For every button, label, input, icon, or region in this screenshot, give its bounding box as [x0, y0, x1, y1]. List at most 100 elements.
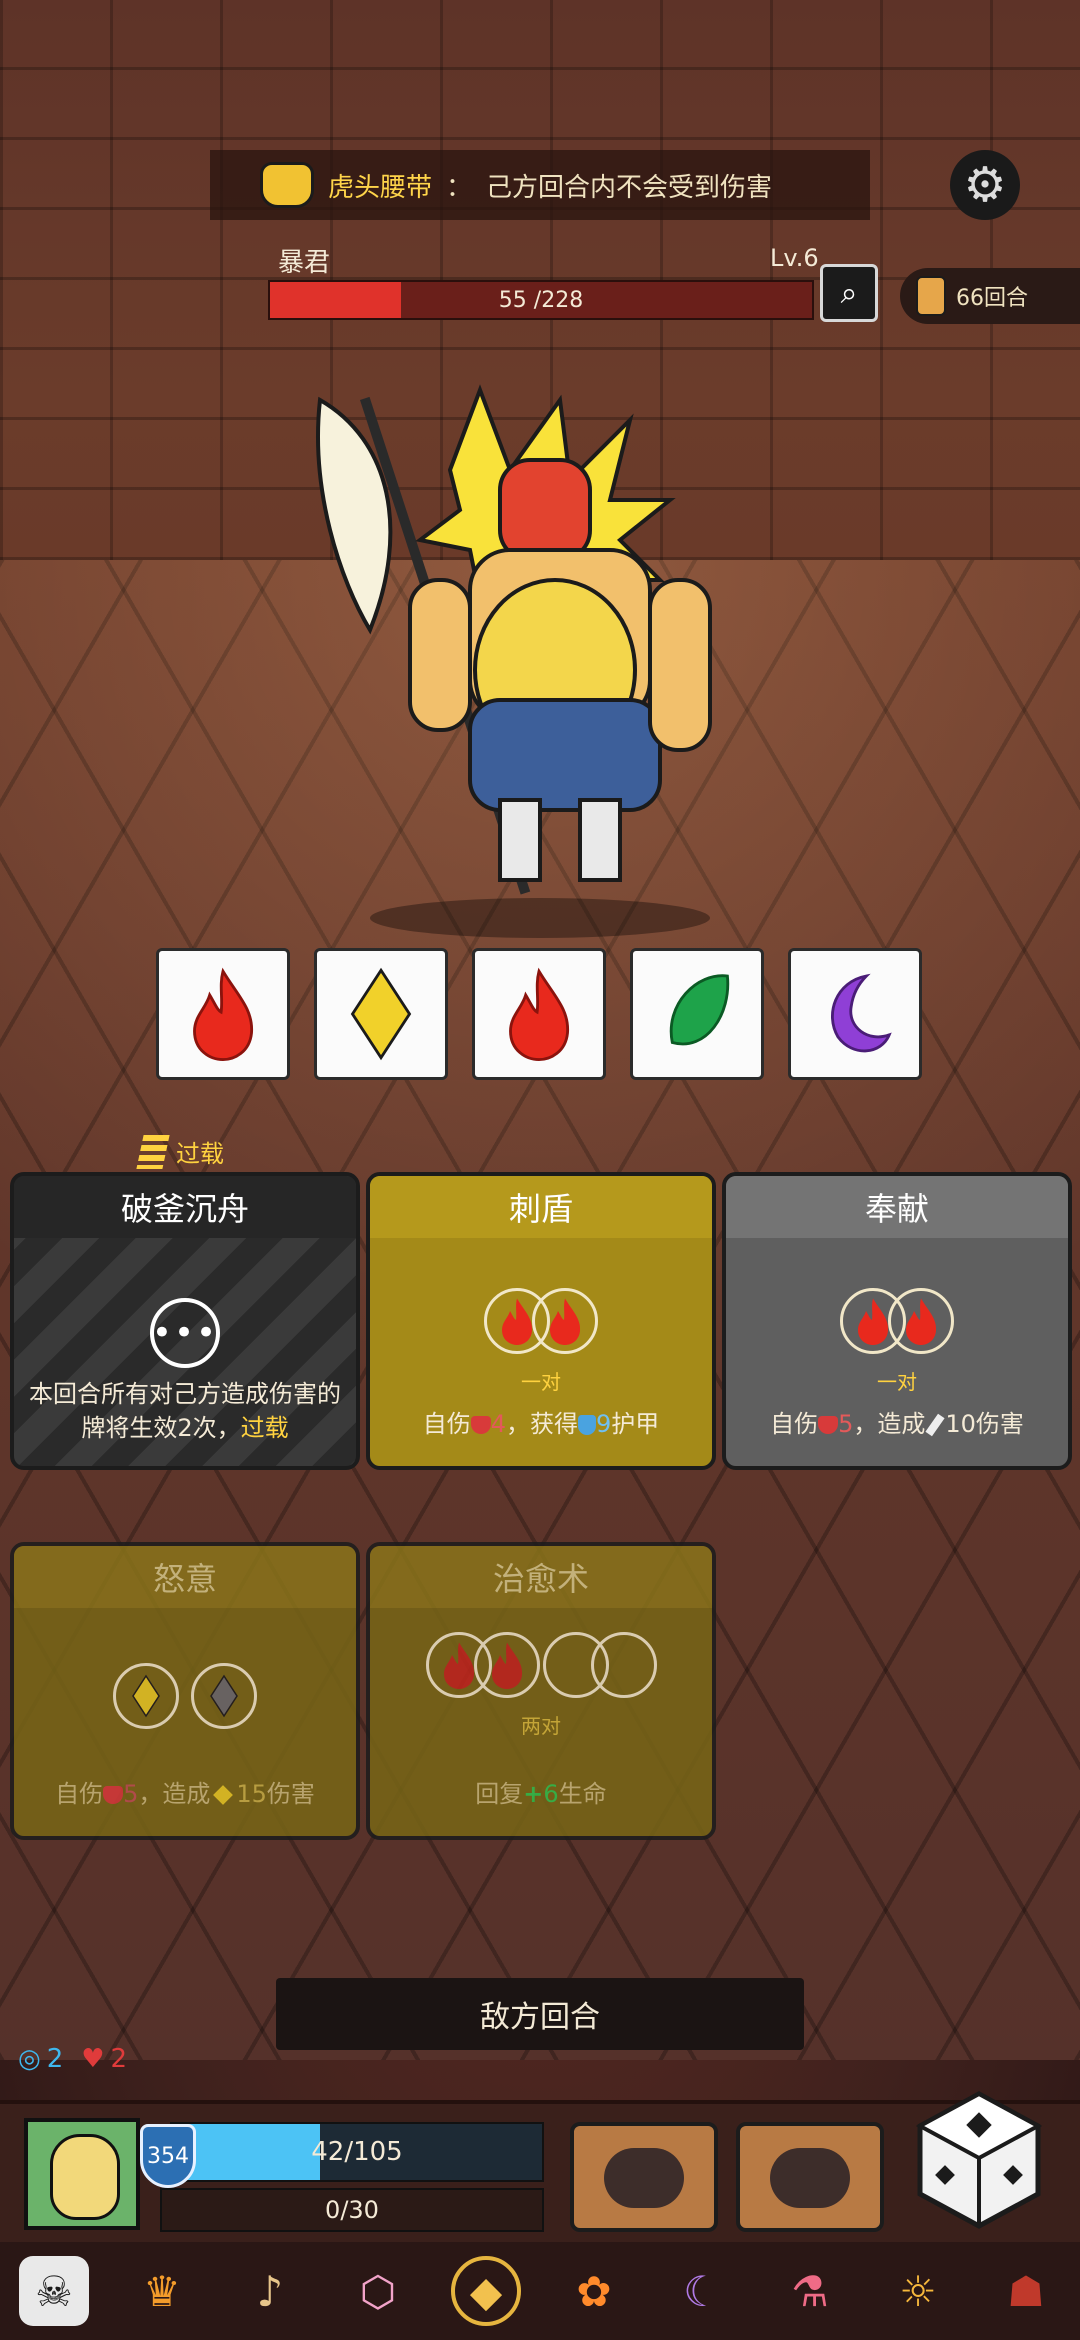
d20-icon[interactable]: ⬡: [343, 2256, 413, 2326]
desc-val: 6: [543, 1780, 559, 1808]
diamond-icon: [213, 1785, 234, 1805]
crown-icon[interactable]: ♛: [127, 2256, 197, 2326]
enemy-turn-button[interactable]: 敌方回合: [276, 1978, 804, 2050]
desc-c: 伤害: [266, 1780, 315, 1808]
dice-slot[interactable]: [191, 1663, 257, 1729]
dice-slot[interactable]: [888, 1288, 954, 1354]
status-shield-count: 2: [46, 2044, 64, 2074]
equip-slot-gauntlet[interactable]: [570, 2122, 718, 2232]
equip-slot-feather[interactable]: [736, 2122, 884, 2232]
desc-heart-val: 5: [123, 1780, 139, 1808]
card-description: 自伤 4，获得 9护甲: [380, 1408, 702, 1442]
desc-b: ，获得: [506, 1410, 578, 1438]
card-description: 自伤 5，造成 15伤害: [24, 1778, 346, 1812]
die-leaf[interactable]: [630, 948, 764, 1080]
relic-name: 虎头腰带: [328, 172, 433, 203]
settings-gear-icon[interactable]: ⚙: [950, 150, 1020, 220]
card-rage[interactable]: 怒意 自伤 5，造成 15伤害: [10, 1542, 360, 1840]
desc-heart-val: 5: [838, 1410, 854, 1438]
hood-icon[interactable]: ☗: [991, 2256, 1061, 2326]
horn-icon[interactable]: ♪: [235, 2256, 305, 2326]
die-diamond[interactable]: [314, 948, 448, 1080]
card-thorn-shield[interactable]: 刺盾 一对 自伤 4，获得 9护甲: [366, 1172, 716, 1470]
diamond-icon: [210, 1674, 238, 1718]
desc-b: ，造成: [138, 1780, 211, 1808]
fire-icon: [491, 1642, 522, 1689]
dice-slot[interactable]: [113, 1663, 179, 1729]
boss-hp-text: 55 /228: [498, 287, 584, 313]
skull-helmet-icon[interactable]: ☠: [19, 2256, 89, 2326]
desc-val: 15: [236, 1780, 267, 1808]
desc-a: 回复: [475, 1780, 524, 1808]
dice-slots: [14, 1663, 356, 1729]
dice-slot[interactable]: [473, 1632, 540, 1698]
die-moon[interactable]: [788, 948, 922, 1080]
dice-slots: [726, 1288, 1068, 1354]
card-description: 本回合所有对己方造成伤害的牌将生效2次，过载: [24, 1378, 346, 1445]
feather-icon: [770, 2148, 850, 2208]
card-requirement: 两对: [521, 1714, 561, 1738]
broken-heart-icon: [470, 1416, 491, 1434]
fire-icon: [550, 1298, 581, 1345]
status-broken[interactable]: ♥ 2: [81, 2044, 127, 2074]
boot-icon[interactable]: ☾: [667, 2256, 737, 2326]
broken-heart-icon: [818, 1416, 839, 1434]
desc-c: 生命: [558, 1780, 607, 1808]
player-hp-text: 42/105: [311, 2137, 403, 2167]
relic-text: 己方回合内不会受到伤害: [486, 172, 773, 203]
card-requirement: 一对: [521, 1370, 561, 1394]
rolled-dice-row: [156, 948, 922, 1080]
desc-a: 自伤: [770, 1410, 819, 1438]
card-body: ••• 本回合所有对己方造成伤害的牌将生效2次，过载: [14, 1238, 356, 1466]
inspect-icon[interactable]: ⌕: [820, 264, 878, 322]
desc-c: 伤害: [975, 1410, 1024, 1438]
armor-value: 354: [147, 2143, 189, 2169]
status-shield[interactable]: ◎ 2: [18, 2044, 63, 2074]
overload-label: 过载: [176, 1140, 224, 1168]
dice-slot[interactable]: [532, 1288, 598, 1354]
card-body: 一对 自伤 4，获得 9护甲: [370, 1238, 712, 1466]
armor-shield-icon: 354: [140, 2124, 196, 2188]
broken-heart-icon: [103, 1786, 124, 1804]
card-body: 一对 自伤 5，造成 10伤害: [726, 1238, 1068, 1466]
potion-icon[interactable]: ⚗: [775, 2256, 845, 2326]
dice-slots: [370, 1632, 712, 1698]
desc-val: 10: [945, 1410, 976, 1438]
die-fire[interactable]: [472, 948, 606, 1080]
relic-separator: ：: [446, 172, 473, 203]
card-title: 刺盾: [370, 1176, 712, 1238]
card-devotion[interactable]: 奉献 一对 自伤 5，造成 10伤害: [722, 1172, 1072, 1470]
sword-icon: [925, 1413, 945, 1437]
roll-die-button[interactable]: [914, 2090, 1044, 2230]
desc-shield-val: 9: [596, 1410, 612, 1438]
fire-icon: [193, 967, 253, 1062]
emblem-icon[interactable]: ◆: [451, 2256, 521, 2326]
mask-icon[interactable]: ☼: [883, 2256, 953, 2326]
die-fire[interactable]: [156, 948, 290, 1080]
card-last-stand[interactable]: 破釜沉舟 ••• 本回合所有对己方造成伤害的牌将生效2次，过载: [10, 1172, 360, 1470]
target-shield-icon: ◎: [18, 2044, 41, 2074]
card-description: 回复+6生命: [380, 1778, 702, 1812]
player-portrait[interactable]: [24, 2118, 140, 2230]
dice-slot-empty[interactable]: [590, 1632, 657, 1698]
heal-plus-icon: +: [523, 1780, 544, 1808]
dice-slots: [370, 1288, 712, 1354]
card-title: 治愈术: [370, 1546, 712, 1608]
turn-counter-text: 66回合: [956, 286, 1028, 311]
diamond-icon: [350, 967, 412, 1061]
scroll-icon: [916, 276, 946, 316]
fire-icon: [502, 1298, 533, 1345]
card-body: 两对 回复+6生命: [370, 1608, 712, 1836]
gauntlet-icon: [604, 2148, 684, 2208]
card-desc-text: 本回合所有对己方造成伤害的牌将生效2次，: [29, 1380, 341, 1442]
player-face: [50, 2134, 120, 2220]
card-healing[interactable]: 治愈术 两对 回复+6生命: [366, 1542, 716, 1840]
card-desc-highlight: 过载: [240, 1413, 289, 1442]
tyrant-monster[interactable]: [300, 370, 780, 940]
moon-icon: [831, 973, 892, 1053]
player-hp-bar: 42/105: [170, 2122, 544, 2182]
card-title: 破釜沉舟: [14, 1176, 356, 1238]
fire-icon: [906, 1298, 937, 1345]
boss-hp-bar: 55 /228: [268, 280, 814, 320]
fire-flower-icon[interactable]: ✿: [559, 2256, 629, 2326]
